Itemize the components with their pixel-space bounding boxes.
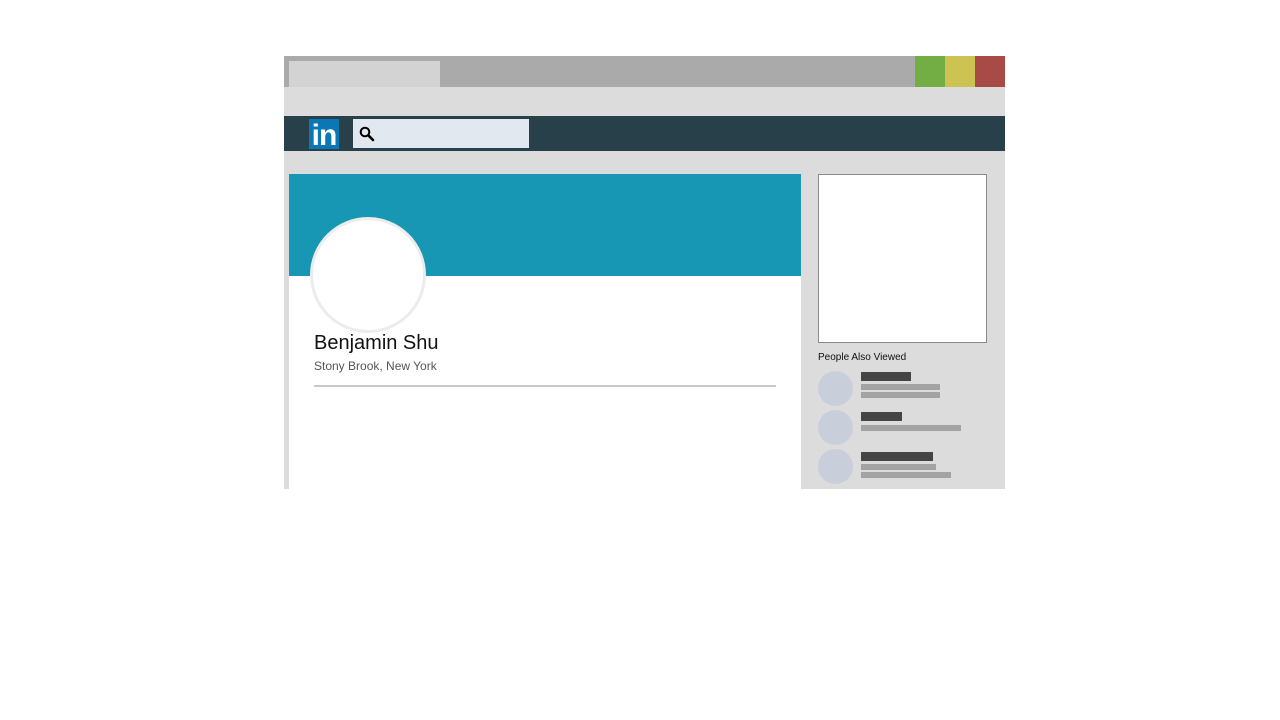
sidebar-ad-box[interactable] (818, 174, 987, 343)
profile-card: Benjamin Shu Stony Brook, New York (289, 174, 801, 489)
avatar (818, 449, 853, 484)
people-also-viewed-item[interactable] (818, 410, 988, 446)
close-button[interactable] (975, 56, 1005, 87)
browser-window: in Benjamin Shu Stony Brook, New York Pe… (284, 56, 1005, 489)
linkedin-navbar: in (284, 116, 1005, 151)
profile-name: Benjamin Shu (314, 332, 439, 354)
avatar (818, 410, 853, 445)
maximize-button[interactable] (915, 56, 945, 87)
profile-divider (314, 385, 776, 387)
avatar[interactable] (310, 217, 426, 333)
browser-titlebar (284, 56, 1005, 87)
linkedin-logo[interactable]: in (309, 119, 339, 149)
person-detail-placeholder (861, 464, 936, 470)
profile-location: Stony Brook, New York (314, 359, 437, 373)
browser-tab[interactable] (289, 61, 440, 87)
people-also-viewed-title: People Also Viewed (818, 352, 907, 363)
person-name-placeholder (861, 372, 911, 381)
search-input[interactable] (353, 119, 529, 148)
avatar (818, 371, 853, 406)
address-bar[interactable] (284, 87, 1005, 116)
person-name-placeholder (861, 412, 902, 421)
people-also-viewed-item[interactable] (818, 449, 988, 485)
person-detail-placeholder (861, 392, 940, 398)
search-icon (359, 126, 375, 142)
person-name-placeholder (861, 452, 933, 461)
person-detail-placeholder (861, 472, 951, 478)
minimize-button[interactable] (945, 56, 975, 87)
people-also-viewed-item[interactable] (818, 371, 988, 407)
person-detail-placeholder (861, 425, 961, 431)
person-detail-placeholder (861, 384, 940, 390)
